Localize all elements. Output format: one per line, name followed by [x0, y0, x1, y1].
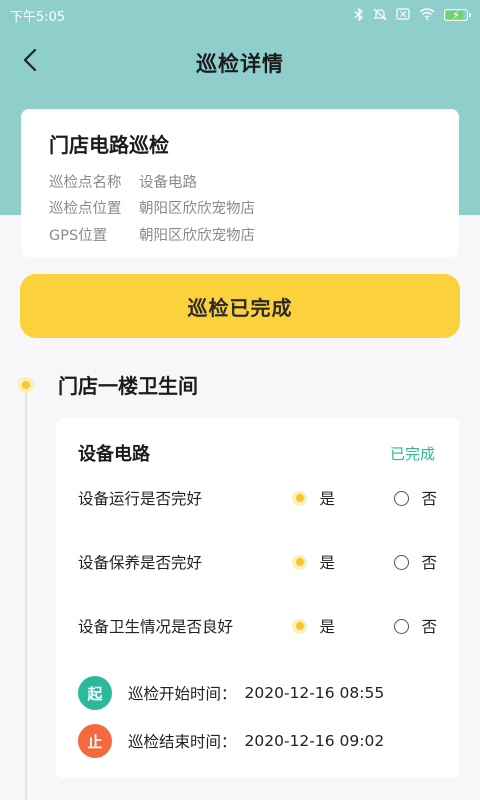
info-key: 巡检点名称: [49, 174, 122, 191]
radio-selected-icon: [292, 554, 308, 570]
radio-empty-icon: [394, 490, 410, 506]
wifi-icon: [419, 8, 435, 22]
status-badge: 已完成: [389, 444, 435, 463]
location-title: 门店一楼卫生间: [58, 374, 198, 398]
check-item-card: 设备电路 已完成 设备运行是否完好 是 否 设备保养是否完好 是 否 设备卫生情…: [56, 418, 459, 778]
start-time-label: 巡检开始时间：: [128, 685, 237, 703]
question-row: 设备运行是否完好 是 否: [78, 486, 437, 510]
info-row-point-location: 巡检点位置 朝阳区欣欣宠物店: [49, 195, 431, 222]
radio-no[interactable]: 否: [394, 551, 437, 573]
mute-icon: [373, 8, 387, 23]
chevron-left-icon: [23, 48, 37, 76]
inspection-complete-button[interactable]: 巡检已完成: [20, 274, 460, 338]
bluetooth-icon: [354, 7, 364, 23]
end-time-label: 巡检结束时间：: [128, 733, 237, 751]
timeline-line: [25, 392, 27, 800]
radio-selected-icon: [292, 490, 308, 506]
card-title: 设备电路: [78, 444, 150, 465]
status-bar: 下午5:05 ⚡: [0, 0, 480, 30]
sim-off-icon: [396, 8, 410, 22]
radio-yes[interactable]: 是: [292, 615, 394, 637]
info-key: GPS位置: [49, 227, 108, 244]
info-row-point-name: 巡检点名称 设备电路: [49, 168, 431, 195]
end-time-value: 2020-12-16 09:02: [244, 732, 385, 750]
radio-no[interactable]: 否: [394, 487, 437, 509]
radio-no-label: 否: [421, 554, 437, 572]
status-icons: ⚡: [354, 7, 471, 23]
radio-yes-label: 是: [319, 618, 335, 636]
radio-no-label: 否: [421, 618, 437, 636]
radio-yes-label: 是: [319, 490, 335, 508]
info-value: 朝阳区欣欣宠物店: [139, 201, 255, 218]
question-row: 设备卫生情况是否良好 是 否: [78, 614, 437, 638]
radio-yes[interactable]: 是: [292, 551, 394, 573]
question-row: 设备保养是否完好 是 否: [78, 550, 437, 574]
info-key: 巡检点位置: [49, 201, 122, 218]
info-value: 设备电路: [139, 174, 197, 191]
battery-charging-icon: ⚡: [444, 9, 471, 21]
radio-empty-icon: [394, 554, 410, 570]
info-row-gps: GPS位置 朝阳区欣欣宠物店: [49, 221, 431, 248]
start-badge: 起: [78, 676, 112, 710]
info-value: 朝阳区欣欣宠物店: [139, 227, 255, 244]
end-time-row: 止 巡检结束时间： 2020-12-16 09:02: [78, 724, 384, 758]
inspection-title: 门店电路巡检: [49, 133, 169, 157]
start-time-value: 2020-12-16 08:55: [244, 684, 385, 702]
start-time-row: 起 巡检开始时间： 2020-12-16 08:55: [78, 676, 384, 710]
question-text: 设备运行是否完好: [78, 490, 203, 508]
radio-yes-label: 是: [319, 554, 335, 572]
app-header: 巡检详情: [0, 30, 480, 96]
radio-yes[interactable]: 是: [292, 487, 394, 509]
question-text: 设备卫生情况是否良好: [78, 618, 234, 636]
card-header: 设备电路 已完成: [78, 440, 435, 466]
end-badge: 止: [78, 724, 112, 758]
radio-empty-icon: [394, 618, 410, 634]
radio-no[interactable]: 否: [394, 615, 437, 637]
radio-no-label: 否: [421, 490, 437, 508]
page-title: 巡检详情: [196, 52, 284, 76]
status-time: 下午5:05: [10, 9, 66, 25]
timeline-dot: [18, 377, 34, 393]
back-button[interactable]: [14, 46, 46, 78]
radio-selected-icon: [292, 618, 308, 634]
question-text: 设备保养是否完好: [78, 554, 203, 572]
inspection-info-card: 门店电路巡检 巡检点名称 设备电路 巡检点位置 朝阳区欣欣宠物店 GPS位置 朝…: [21, 109, 459, 257]
